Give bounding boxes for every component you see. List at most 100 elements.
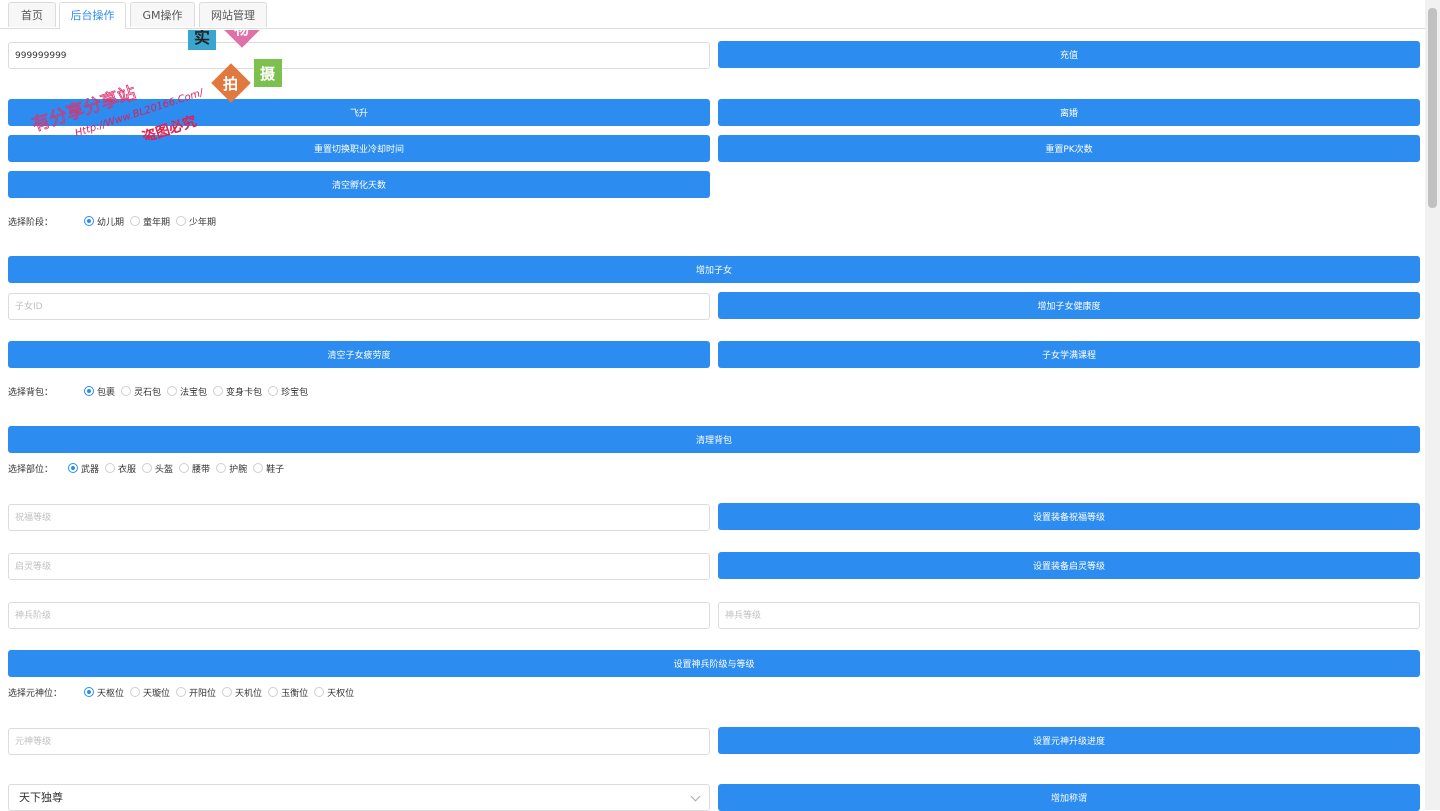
yuanshen-level-input[interactable]: [8, 728, 710, 755]
stage-option-label: 少年期: [189, 217, 217, 228]
spirit-level-input[interactable]: [8, 553, 710, 580]
set-bless-level-button[interactable]: 设置装备祝福等级: [718, 503, 1420, 530]
radio-icon: [222, 687, 233, 697]
add-title-button[interactable]: 增加称谓: [718, 784, 1420, 811]
stage-option-label: 幼儿期: [97, 217, 125, 228]
set-spirit-level-button[interactable]: 设置装备启灵等级: [718, 552, 1420, 579]
tab-gm-ops[interactable]: GM操作: [130, 2, 195, 27]
yuanshen-option-label: 天璇位: [143, 688, 171, 699]
part-option-clothes[interactable]: 衣服: [105, 462, 136, 475]
recharge-amount-input[interactable]: [8, 42, 710, 69]
part-option-label: 武器: [81, 464, 100, 475]
part-option-shoes[interactable]: 鞋子: [253, 462, 284, 475]
radio-icon: [253, 463, 264, 473]
radio-icon: [268, 687, 279, 697]
set-yuanshen-progress-button[interactable]: 设置元神升级进度: [718, 727, 1420, 754]
ascend-button[interactable]: 飞升: [8, 99, 710, 126]
bag-option-label: 法宝包: [180, 387, 208, 398]
part-option-weapon[interactable]: 武器: [68, 462, 99, 475]
watermark-badge-text: 物: [234, 30, 249, 38]
radio-icon: [130, 687, 141, 697]
clear-bag-button[interactable]: 清理背包: [8, 426, 1420, 453]
yuanshen-option-yuheng[interactable]: 玉衡位: [268, 686, 308, 699]
watermark-badge-text: 拍: [223, 75, 238, 93]
stage-option-childhood[interactable]: 童年期: [130, 215, 170, 228]
bag-option-label: 变身卡包: [226, 387, 263, 398]
stage-option-youth[interactable]: 少年期: [176, 215, 216, 228]
part-option-label: 头盔: [155, 464, 174, 475]
bag-option-treasure[interactable]: 法宝包: [167, 385, 207, 398]
radio-icon: [213, 386, 224, 396]
divine-level-input[interactable]: [718, 602, 1420, 629]
recharge-button[interactable]: 充值: [718, 41, 1420, 68]
radio-checked-icon: [84, 687, 94, 697]
part-option-helmet[interactable]: 头盔: [142, 462, 173, 475]
stage-option-label: 童年期: [143, 217, 171, 228]
stage-label: 选择阶段：: [8, 217, 54, 228]
radio-icon: [105, 463, 116, 473]
bag-option-package[interactable]: 包裹: [84, 385, 115, 398]
part-option-label: 腰带: [192, 464, 211, 475]
tab-home[interactable]: 首页: [8, 2, 56, 27]
radio-icon: [167, 386, 178, 396]
watermark-badge-pai: [211, 63, 251, 103]
clear-hatch-days-button[interactable]: 清空孵化天数: [8, 171, 710, 198]
reset-job-cooldown-button[interactable]: 重置切换职业冷却时间: [8, 135, 710, 162]
part-option-belt[interactable]: 腰带: [179, 462, 210, 475]
yuanshen-option-tianxuan[interactable]: 天璇位: [130, 686, 170, 699]
bag-option-label: 包裹: [97, 387, 116, 398]
bag-option-transform-card[interactable]: 变身卡包: [213, 385, 262, 398]
radio-checked-icon: [68, 463, 78, 473]
part-radio-group: 选择部位： 武器 衣服 头盔 腰带 护腕 鞋子: [8, 460, 290, 476]
yuanshen-option-label: 天权位: [327, 688, 355, 699]
radio-icon: [216, 463, 227, 473]
bag-label: 选择背包：: [8, 387, 54, 398]
tab-bar: 首页 后台操作 GM操作 网站管理: [0, 0, 1425, 29]
yuanshen-label: 选择元神位：: [8, 688, 63, 699]
radio-checked-icon: [84, 386, 94, 396]
scrollbar-thumb[interactable]: [1428, 8, 1437, 208]
yuanshen-option-tianquan[interactable]: 天权位: [314, 686, 354, 699]
add-child-button[interactable]: 增加子女: [8, 256, 1420, 283]
radio-icon: [121, 386, 132, 396]
yuanshen-option-kaiyang[interactable]: 开阳位: [176, 686, 216, 699]
bless-level-input[interactable]: [8, 504, 710, 531]
yuanshen-option-label: 天枢位: [97, 688, 125, 699]
child-learn-all-button[interactable]: 子女学满课程: [718, 341, 1420, 368]
bag-radio-group: 选择背包： 包裹 灵石包 法宝包 变身卡包 珍宝包: [8, 383, 314, 399]
divorce-button[interactable]: 离婚: [718, 99, 1420, 126]
title-select[interactable]: 天下独尊: [8, 784, 710, 811]
chevron-down-icon: [690, 791, 701, 802]
add-child-health-button[interactable]: 增加子女健康度: [718, 292, 1420, 319]
reset-pk-count-button[interactable]: 重置PK次数: [718, 135, 1420, 162]
yuanshen-option-label: 天机位: [235, 688, 263, 699]
radio-icon: [268, 386, 279, 396]
radio-icon: [176, 687, 187, 697]
radio-checked-icon: [84, 216, 94, 226]
part-option-label: 护腕: [229, 464, 248, 475]
yuanshen-option-label: 玉衡位: [281, 688, 309, 699]
bag-option-spirit-stone[interactable]: 灵石包: [121, 385, 161, 398]
part-option-label: 衣服: [118, 464, 137, 475]
part-option-bracer[interactable]: 护腕: [216, 462, 247, 475]
stage-radio-group: 选择阶段： 幼儿期 童年期 少年期: [8, 213, 222, 229]
stage-option-infant[interactable]: 幼儿期: [84, 215, 124, 228]
yuanshen-option-tianshu[interactable]: 天枢位: [84, 686, 124, 699]
radio-icon: [130, 216, 141, 226]
radio-icon: [142, 463, 153, 473]
yuanshen-option-label: 开阳位: [189, 688, 217, 699]
tab-backend-ops[interactable]: 后台操作: [59, 2, 126, 29]
radio-icon: [179, 463, 190, 473]
divine-stage-input[interactable]: [8, 602, 710, 629]
yuanshen-option-tianji[interactable]: 天机位: [222, 686, 262, 699]
radio-icon: [314, 687, 325, 697]
tab-site-admin[interactable]: 网站管理: [199, 2, 267, 27]
set-divine-button[interactable]: 设置神兵阶级与等级: [8, 650, 1420, 677]
clear-child-fatigue-button[interactable]: 清空子女疲劳度: [8, 341, 710, 368]
vertical-scrollbar[interactable]: [1425, 0, 1440, 810]
part-option-label: 鞋子: [266, 464, 285, 475]
bag-option-jewel[interactable]: 珍宝包: [268, 385, 308, 398]
radio-icon: [176, 216, 187, 226]
child-id-input[interactable]: [8, 293, 710, 320]
part-label: 选择部位：: [8, 464, 54, 475]
